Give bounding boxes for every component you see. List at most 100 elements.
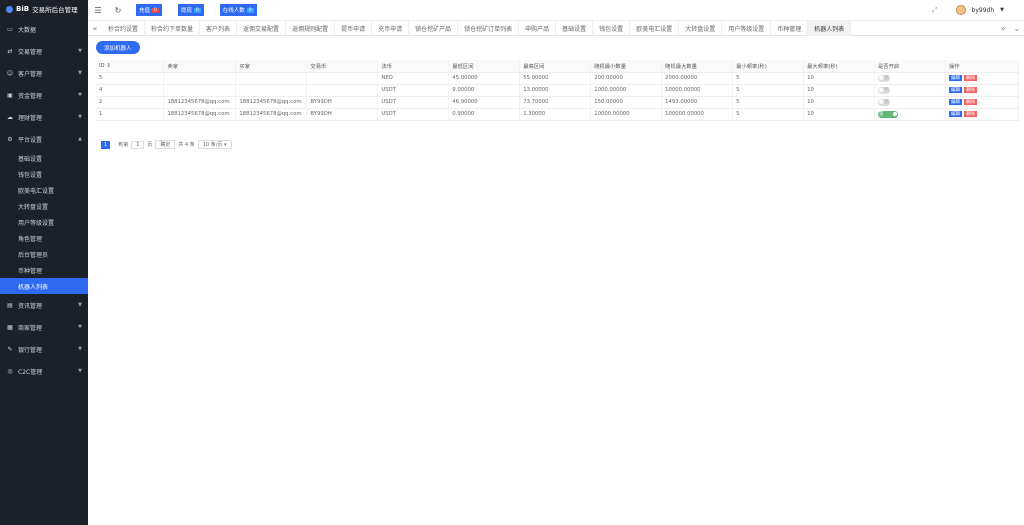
- submenu-item[interactable]: 后台管理员: [0, 246, 88, 262]
- delete-button[interactable]: 删除: [963, 87, 977, 93]
- delete-button[interactable]: 删除: [963, 99, 977, 105]
- submenu-item[interactable]: 角色管理: [0, 230, 88, 246]
- add-robot-button[interactable]: 添加机器人: [96, 41, 140, 54]
- sidebar-menu: ▭ 大数据 ⇄ 交易管理 ▼ ☺ 客户管理 ▼ ▣ 资金管理 ▼ ☁ 理财管理 ▼ ⚙ 平台设置 ▲: [0, 18, 88, 150]
- goto-confirm-button[interactable]: 确定: [155, 140, 176, 149]
- submenu-item[interactable]: 用户等级设置: [0, 214, 88, 230]
- sidebar-item-news[interactable]: ▤ 资讯管理 ▼: [0, 294, 88, 316]
- table-cell-max-qty: 2000.00000: [661, 72, 734, 85]
- table-cell-low: 9.00000: [448, 84, 521, 97]
- avatar[interactable]: [955, 5, 966, 15]
- sidebar-item-label: 商家管理: [18, 324, 43, 332]
- withdraw-label: 提现: [180, 8, 192, 14]
- withdraw-button[interactable]: 提现 0: [177, 4, 204, 16]
- delete-button[interactable]: 删除: [963, 111, 977, 117]
- table-cell-min-qty: 10000.00000: [590, 108, 663, 121]
- enabled-toggle[interactable]: 是: [878, 110, 899, 118]
- sidebar-item-trade[interactable]: ⇄ 交易管理 ▼: [0, 40, 88, 62]
- sidebar-item-customers[interactable]: ☺ 客户管理 ▼: [0, 62, 88, 84]
- sidebar-item-banks[interactable]: ✎ 银行管理 ▼: [0, 338, 88, 360]
- col-header: 最高区间: [519, 60, 592, 73]
- sidebar-item-platform[interactable]: ⚙ 平台设置 ▲: [0, 128, 88, 150]
- edit-button[interactable]: 编辑: [948, 111, 962, 117]
- refresh-icon[interactable]: ↻: [108, 6, 128, 15]
- goto-label: 到第: [118, 142, 129, 148]
- enabled-toggle[interactable]: 否: [878, 86, 891, 94]
- submenu-item[interactable]: 欧美电汇设置: [0, 182, 88, 198]
- tab[interactable]: 客户列表: [200, 20, 238, 36]
- submenu-item[interactable]: 大转盘设置: [0, 198, 88, 214]
- sidebar-item-funds[interactable]: ▣ 资金管理 ▼: [0, 84, 88, 106]
- sidebar-item-label: 资讯管理: [18, 302, 43, 310]
- page-input[interactable]: 1: [131, 140, 145, 149]
- tab[interactable]: 秒合约下单数量: [145, 20, 201, 36]
- enabled-toggle[interactable]: 否: [878, 74, 891, 82]
- edit-button[interactable]: 编辑: [948, 75, 962, 81]
- chevron-down-icon[interactable]: ▼: [1000, 7, 1004, 13]
- sidebar-item-finance[interactable]: ☁ 理财管理 ▼: [0, 106, 88, 128]
- tab[interactable]: 返佣交易配置: [237, 20, 287, 36]
- sidebar: BiB 交易所后台管理 ▭ 大数据 ⇄ 交易管理 ▼ ☺ 客户管理 ▼ ▣ 资金管理 ▼ ☁ 理…: [0, 0, 88, 525]
- tabs: 秒合约设置 秒合约下单数量 客户列表 返佣交易配置 返佣规则配置 提币申请 充币…: [102, 20, 996, 36]
- table-cell-max-qty: 1493.00000: [661, 96, 734, 109]
- sidebar-item-merchants[interactable]: ▦ 商家管理 ▼: [0, 316, 88, 338]
- chevron-down-icon: ▼: [78, 346, 82, 352]
- page-size-select[interactable]: 10 条/页 ▾: [197, 140, 232, 149]
- edit-button[interactable]: 编辑: [948, 87, 962, 93]
- tab[interactable]: 秒合约设置: [102, 20, 146, 36]
- table-cell-enabled: 否: [874, 96, 946, 109]
- tab[interactable]: 币种管理: [771, 20, 809, 36]
- tab-active[interactable]: 机器人列表: [808, 20, 852, 36]
- tab[interactable]: 返佣规则配置: [286, 20, 336, 36]
- tabs-prev-icon[interactable]: «: [88, 24, 102, 33]
- submenu-item[interactable]: 钱包设置: [0, 166, 88, 182]
- next-page-icon[interactable]: ›: [113, 142, 115, 148]
- prev-page-icon[interactable]: ‹: [96, 142, 98, 148]
- tab[interactable]: 欧美电汇设置: [630, 20, 680, 36]
- col-header[interactable]: ID ⇕: [96, 60, 165, 73]
- table-cell-coin: BY99DH: [306, 96, 379, 109]
- username[interactable]: by99dh: [972, 7, 995, 14]
- tab[interactable]: 锁仓挖矿产品: [409, 20, 459, 36]
- tab[interactable]: 基础设置: [556, 20, 594, 36]
- sidebar-item-dashboard[interactable]: ▭ 大数据: [0, 18, 88, 40]
- toggle-label: 否: [884, 76, 890, 81]
- edit-button[interactable]: 编辑: [948, 99, 962, 105]
- current-page[interactable]: 1: [101, 140, 111, 149]
- tab[interactable]: 用户等级设置: [722, 20, 772, 36]
- table-body: 5 NEO 45.00000 55.00000 200.00000 2000.00000 5…: [96, 72, 1020, 121]
- delete-button[interactable]: 删除: [963, 75, 977, 81]
- col-header: 交易币: [306, 60, 379, 73]
- col-header: 随机最大数量: [661, 60, 734, 73]
- col-header: 操作: [945, 60, 1020, 73]
- total-count: 共 4 条: [178, 142, 195, 148]
- tab[interactable]: 大转盘设置: [679, 20, 723, 36]
- tab[interactable]: 提币申请: [335, 20, 373, 36]
- table-header-row: ID ⇕ 卖家 买家 交易币 法币 最低区间 最高区间 随机最小数量 随机最大数…: [96, 60, 1020, 73]
- table-cell-coin: [306, 72, 379, 85]
- charge-button[interactable]: 充值 0: [136, 4, 162, 16]
- tab[interactable]: 钱包设置: [593, 20, 631, 36]
- submenu-item-active[interactable]: 机器人列表: [0, 278, 88, 294]
- enabled-toggle[interactable]: 否: [878, 98, 891, 106]
- col-header: 买家: [235, 60, 308, 73]
- online-button[interactable]: 在线人数 0: [219, 4, 257, 16]
- tab[interactable]: 申购产品: [519, 20, 557, 36]
- submenu-item[interactable]: 币种管理: [0, 262, 88, 278]
- table-cell-coin: [306, 84, 379, 97]
- sidebar-item-c2c[interactable]: ◎ C2C管理 ▼: [0, 360, 88, 382]
- chevron-down-icon: ▼: [78, 92, 82, 98]
- table-cell-max-freq: 10: [803, 108, 876, 121]
- table-cell-actions: 编辑 删除: [945, 72, 1020, 85]
- tabs-next-icon[interactable]: »: [996, 24, 1010, 33]
- fullscreen-icon[interactable]: ⤢: [932, 6, 938, 15]
- menu-toggle-icon[interactable]: ☰: [88, 6, 108, 15]
- table-cell-seller: [163, 72, 237, 85]
- table-cell-actions: 编辑 删除: [945, 84, 1020, 97]
- submenu-item[interactable]: 基础设置: [0, 150, 88, 166]
- tab[interactable]: 充币申请: [372, 20, 410, 36]
- chevron-down-icon[interactable]: ⌄: [1010, 24, 1024, 33]
- topbar-right: ⤢ by99dh ▼: [932, 5, 1004, 15]
- pagination: ‹ 1 › 到第 1 页 确定 共 4 条 10 条/页 ▾: [96, 140, 232, 149]
- tab[interactable]: 锁仓挖矿订单列表: [458, 20, 520, 36]
